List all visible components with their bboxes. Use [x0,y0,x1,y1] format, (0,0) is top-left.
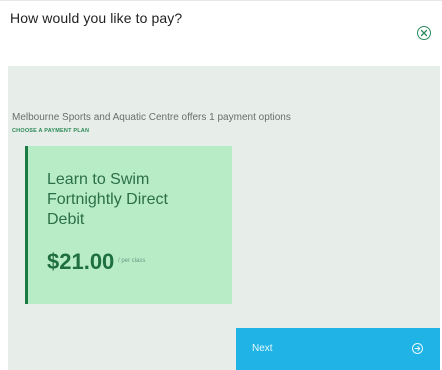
next-button[interactable]: Next [236,328,440,370]
payment-dialog: How would you like to pay? Melbourne Spo… [0,0,442,370]
plan-price: $21.00 [47,249,115,274]
dialog-body: Melbourne Sports and Aquatic Centre offe… [8,66,440,370]
close-button[interactable] [417,26,431,40]
close-icon [420,29,428,37]
plan-price-unit: / per class [118,258,146,264]
plan-name: Learn to Swim Fortnightly Direct Debit [47,171,168,228]
payment-plan-card[interactable]: Learn to Swim Fortnightly Direct Debit $… [25,146,232,304]
dialog-header: How would you like to pay? [0,0,442,66]
choose-plan-label: CHOOSE A PAYMENT PLAN [12,128,90,134]
arrow-right-circle-icon [412,343,423,354]
next-button-label: Next [252,343,273,354]
payment-options-text: Melbourne Sports and Aquatic Centre offe… [12,112,291,123]
dialog-title: How would you like to pay? [10,10,183,26]
